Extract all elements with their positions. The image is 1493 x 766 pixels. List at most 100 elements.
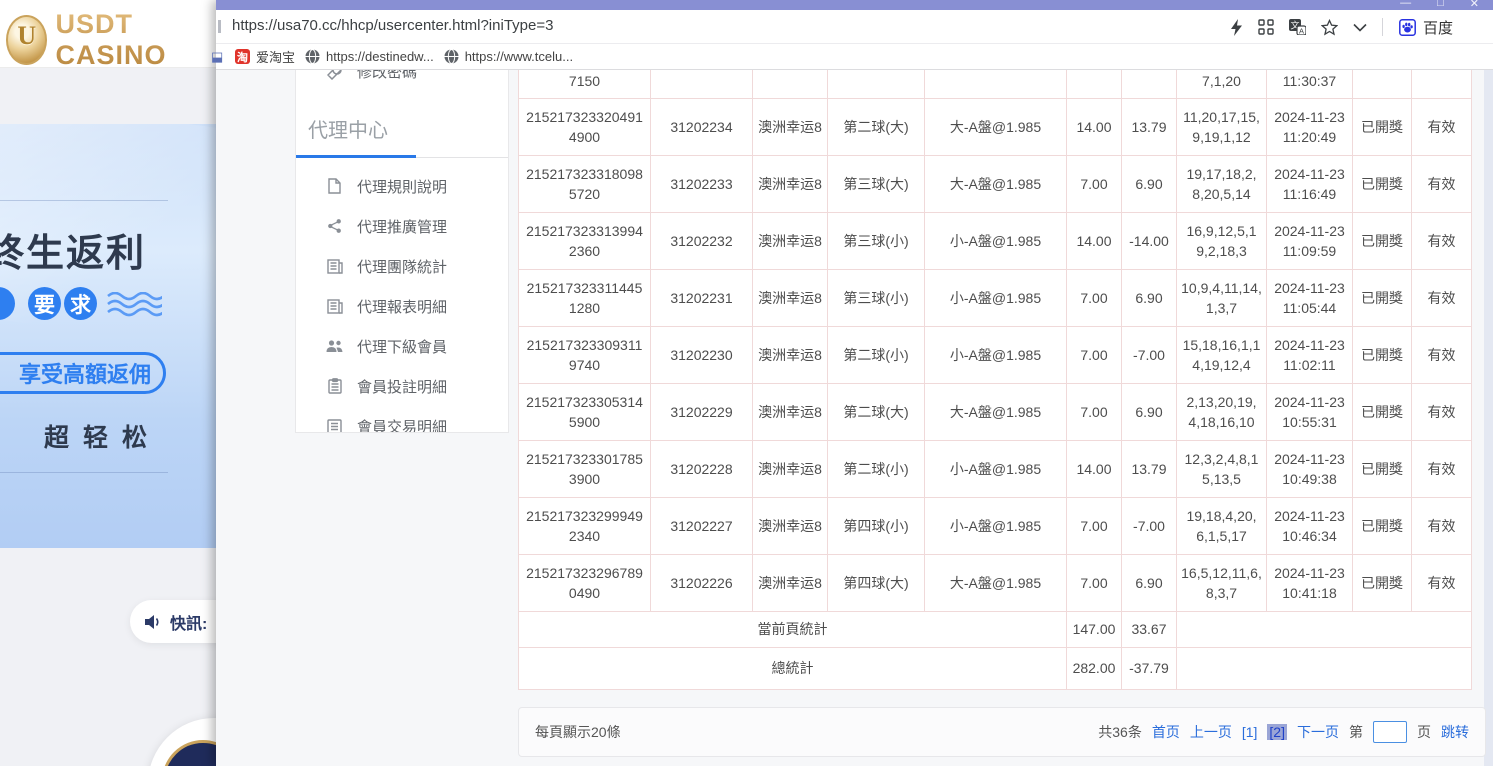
- doc-icon: [326, 178, 343, 195]
- cell-amount: 14.00: [1067, 213, 1122, 270]
- maximize-button[interactable]: □: [1437, 0, 1444, 10]
- prev-page-link[interactable]: 上一页: [1190, 722, 1232, 742]
- cell-game: 澳洲幸运8: [753, 270, 828, 327]
- floating-coin-widget[interactable]: [148, 718, 216, 766]
- jump-page-input[interactable]: [1373, 721, 1407, 743]
- cell-period: 31202226: [651, 555, 753, 612]
- bookmark-item[interactable]: 淘 爱淘宝: [235, 47, 295, 66]
- cell-valid: 有效: [1412, 384, 1472, 441]
- bookmark-label: https://www.tcelu...: [465, 49, 573, 64]
- cell-amount: 7.00: [1067, 555, 1122, 612]
- bookmark-label: 爱淘宝: [256, 47, 295, 66]
- banner-divider: [0, 472, 168, 473]
- sidebar-item[interactable]: 代理報表明細: [296, 286, 508, 326]
- url-text[interactable]: https://usa70.cc/hhcp/usercenter.html?in…: [232, 17, 553, 34]
- banner-divider: [0, 200, 168, 201]
- cell-status: [1353, 70, 1412, 99]
- cell-play: 第三球(小): [828, 270, 925, 327]
- clipped-bookmark-icon[interactable]: ⬓: [211, 49, 225, 64]
- cell-time: 2024-11-23 11:05:44: [1267, 270, 1353, 327]
- bookmark-star-icon[interactable]: [1321, 19, 1338, 36]
- cell-time: 2024-11-23 11:16:49: [1267, 156, 1353, 213]
- cell-period: 31202230: [651, 327, 753, 384]
- cell-result: 19,18,4,20,6,1,5,17: [1177, 498, 1267, 555]
- cell-amount: 14.00: [1067, 441, 1122, 498]
- badge-circle: 要: [28, 287, 61, 320]
- summary-label: 當前頁統計: [518, 612, 1067, 648]
- sidebar-item[interactable]: 會員交易明細: [296, 406, 508, 433]
- cell-content: 小-A盤@1.985: [925, 327, 1067, 384]
- browser-titlebar: — □ ✕: [216, 0, 1493, 10]
- cell-status: 已開獎: [1353, 270, 1412, 327]
- bookmark-item[interactable]: https://www.tcelu...: [444, 49, 573, 64]
- table-row: 2152173233053145900 31202229 澳洲幸运8 第二球(大…: [518, 384, 1472, 441]
- browser-window: — □ ✕ https://usa70.cc/hhcp/usercenter.h…: [216, 0, 1493, 766]
- sidebar-item[interactable]: 代理下級會員: [296, 326, 508, 366]
- banner-pill-text: 享受高額返佣: [19, 357, 151, 389]
- cell-period: [651, 70, 753, 99]
- cell-content: [925, 70, 1067, 99]
- sidebar-clipped-item[interactable]: 修改密碼: [296, 70, 508, 84]
- minimize-button[interactable]: —: [1400, 0, 1411, 10]
- bookmarks-bar: ⬓ 淘 爱淘宝 https://destinedw...: [216, 44, 1493, 70]
- translate-icon[interactable]: 文 A: [1289, 19, 1306, 35]
- ticker-label: 快訊:: [170, 610, 207, 634]
- cell-amount: 7.00: [1067, 156, 1122, 213]
- cell-play: 第四球(大): [828, 555, 925, 612]
- summary-winloss: 33.67: [1122, 612, 1177, 648]
- first-page-link[interactable]: 首页: [1152, 722, 1180, 742]
- cell-result: 11,20,17,15,9,19,1,12: [1177, 99, 1267, 156]
- summary-spacer: [1177, 612, 1472, 648]
- users-icon: [326, 338, 343, 355]
- cell-valid: 有效: [1412, 498, 1472, 555]
- page-content: 修改密碼 代理中心 代理規則說明 代理推廣管理 代理團隊統計 代理報表明細 代理…: [216, 70, 1493, 766]
- cell-result: 2,13,20,19,4,18,16,10: [1177, 384, 1267, 441]
- cell-winloss: [1122, 70, 1177, 99]
- cell-result: 16,5,12,11,6,8,3,7: [1177, 555, 1267, 612]
- cell-game: 澳洲幸运8: [753, 555, 828, 612]
- sidebar-item[interactable]: 會員投註明細: [296, 366, 508, 406]
- cell-amount: 7.00: [1067, 384, 1122, 441]
- table-row: 2152173233114451280 31202231 澳洲幸运8 第三球(小…: [518, 270, 1472, 327]
- cell-content: 大-A盤@1.985: [925, 156, 1067, 213]
- cell-result: 19,17,18,2,8,20,5,14: [1177, 156, 1267, 213]
- address-bar[interactable]: https://usa70.cc/hhcp/usercenter.html?in…: [216, 10, 1493, 44]
- sidebar-item[interactable]: 代理規則說明: [296, 166, 508, 206]
- banner-pill: 享受高額返佣: [0, 352, 166, 394]
- cell-time: 2024-11-23 11:20:49: [1267, 99, 1353, 156]
- wrench-icon: [326, 70, 343, 80]
- search-engine-chip[interactable]: 百度: [1399, 17, 1453, 38]
- cell-play: 第四球(小): [828, 498, 925, 555]
- sidebar-item-label: 修改密碼: [357, 70, 417, 82]
- page-1-link[interactable]: [1]: [1242, 724, 1258, 740]
- cell-game: 澳洲幸运8: [753, 213, 828, 270]
- close-button[interactable]: ✕: [1470, 0, 1479, 10]
- chevron-down-icon[interactable]: [1353, 23, 1367, 32]
- scrollbar[interactable]: [1484, 70, 1493, 766]
- jump-button[interactable]: 跳转: [1441, 722, 1469, 742]
- cell-play: 第二球(小): [828, 441, 925, 498]
- cell-valid: 有效: [1412, 156, 1472, 213]
- cell-result: 10,9,4,11,14,1,3,7: [1177, 270, 1267, 327]
- cell-status: 已開獎: [1353, 555, 1412, 612]
- bookmark-item[interactable]: https://destinedw...: [305, 49, 434, 64]
- cell-winloss: 13.79: [1122, 441, 1177, 498]
- cell-order: 2152173233017853900: [518, 441, 651, 498]
- apps-grid-icon[interactable]: [1258, 19, 1274, 35]
- lightning-icon[interactable]: [1230, 19, 1243, 36]
- cell-amount: 14.00: [1067, 99, 1122, 156]
- sidebar-item[interactable]: 代理團隊統計: [296, 246, 508, 286]
- cell-amount: [1067, 70, 1122, 99]
- cell-play: 第二球(大): [828, 99, 925, 156]
- next-page-link[interactable]: 下一页: [1297, 722, 1339, 742]
- cell-order: 7150: [518, 70, 651, 99]
- page-2-current[interactable]: [2]: [1267, 724, 1287, 740]
- cell-period: 31202227: [651, 498, 753, 555]
- cell-time: 2024-11-23 10:55:31: [1267, 384, 1353, 441]
- sidebar-item[interactable]: 代理推廣管理: [296, 206, 508, 246]
- cell-amount: 7.00: [1067, 270, 1122, 327]
- casino-logo[interactable]: U USDT CASINO: [6, 9, 216, 71]
- sidebar-section-title: 代理中心: [308, 114, 508, 143]
- cell-order: 2152173233180985720: [518, 156, 651, 213]
- cell-content: 大-A盤@1.985: [925, 555, 1067, 612]
